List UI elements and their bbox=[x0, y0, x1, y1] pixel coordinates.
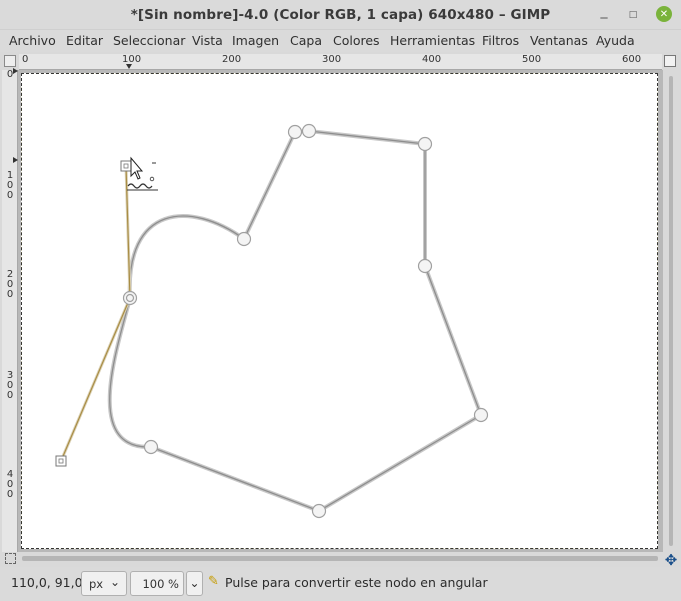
menu-bar: Archivo Editar Seleccionar Vista Imagen … bbox=[0, 30, 681, 52]
image-canvas[interactable] bbox=[21, 73, 658, 549]
close-button[interactable]: ✕ bbox=[656, 6, 672, 22]
horizontal-ruler[interactable]: 0 100 200 300 400 500 600 bbox=[19, 54, 662, 70]
menu-seleccionar[interactable]: Seleccionar bbox=[113, 33, 185, 48]
vruler-label: 300 bbox=[6, 370, 14, 401]
menu-editar[interactable]: Editar bbox=[66, 33, 103, 48]
menu-imagen[interactable]: Imagen bbox=[232, 33, 279, 48]
navigate-icon[interactable]: ✥ bbox=[663, 552, 679, 568]
pointer-coordinates: 110,0, 91,0 bbox=[11, 575, 83, 590]
hruler-label: 100 bbox=[122, 54, 142, 65]
chevron-down-icon: ⌄ bbox=[189, 576, 200, 590]
hruler-label: 200 bbox=[222, 54, 242, 65]
close-icon: ✕ bbox=[659, 8, 669, 20]
quick-mask-icon[interactable] bbox=[5, 553, 16, 564]
vruler-label: 0 bbox=[6, 70, 14, 80]
chevron-down-icon: ⌄ bbox=[109, 575, 120, 589]
maximize-button[interactable]: □ bbox=[626, 8, 640, 22]
minimize-button[interactable]: _ bbox=[597, 3, 611, 19]
menu-capa[interactable]: Capa bbox=[290, 33, 322, 48]
unit-value: px bbox=[89, 577, 104, 591]
hruler-label: 600 bbox=[622, 54, 642, 65]
horizontal-scrollbar[interactable] bbox=[18, 552, 663, 566]
zoom-dropdown-button[interactable]: ⌄ bbox=[186, 571, 203, 596]
hruler-label: 0 bbox=[22, 54, 29, 65]
vertical-scroll-thumb[interactable] bbox=[669, 76, 673, 546]
menu-vista[interactable]: Vista bbox=[192, 33, 223, 48]
hruler-label: 300 bbox=[322, 54, 342, 65]
paths-tool-hint-icon: ✎ bbox=[208, 574, 219, 589]
vruler-label: 100 bbox=[6, 170, 14, 201]
zoom-value: 100 % bbox=[142, 577, 179, 591]
menu-ventanas[interactable]: Ventanas bbox=[530, 33, 588, 48]
vertical-scrollbar[interactable] bbox=[663, 70, 679, 552]
canvas-area[interactable] bbox=[18, 70, 663, 552]
window-title: *[Sin nombre]-4.0 (Color RGB, 1 capa) 64… bbox=[130, 7, 551, 23]
zoom-follow-icon[interactable] bbox=[664, 55, 676, 67]
menu-archivo[interactable]: Archivo bbox=[9, 33, 56, 48]
vruler-label: 400 bbox=[6, 469, 14, 500]
menu-ayuda[interactable]: Ayuda bbox=[596, 33, 635, 48]
status-hint: Pulse para convertir este nodo en angula… bbox=[225, 575, 488, 590]
menu-filtros[interactable]: Filtros bbox=[482, 33, 519, 48]
horizontal-scroll-thumb[interactable] bbox=[22, 556, 658, 561]
vertical-ruler[interactable]: 0 100 200 300 400 bbox=[2, 70, 18, 552]
vruler-label: 200 bbox=[6, 269, 14, 300]
title-bar: *[Sin nombre]-4.0 (Color RGB, 1 capa) 64… bbox=[0, 0, 681, 30]
zoom-input[interactable]: 100 % bbox=[130, 571, 184, 596]
unit-selector[interactable]: px ⌄ bbox=[81, 571, 127, 596]
menu-colores[interactable]: Colores bbox=[333, 33, 380, 48]
ruler-corner-button[interactable] bbox=[4, 55, 16, 67]
status-bar: 110,0, 91,0 px ⌄ 100 % ⌄ ✎ Pulse para co… bbox=[0, 567, 681, 601]
hruler-label: 400 bbox=[422, 54, 442, 65]
hruler-label: 500 bbox=[522, 54, 542, 65]
menu-herramientas[interactable]: Herramientas bbox=[390, 33, 475, 48]
